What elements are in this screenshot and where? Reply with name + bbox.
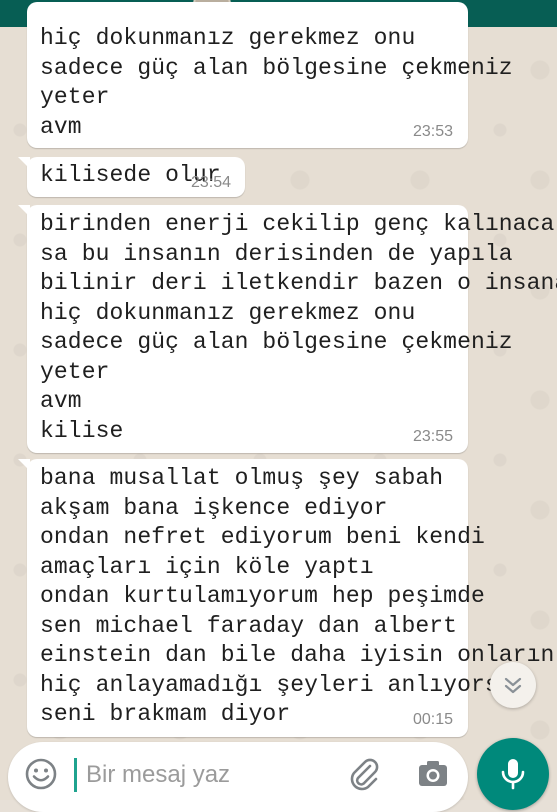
camera-button[interactable]: [416, 757, 450, 796]
attach-button[interactable]: [346, 756, 382, 797]
chevron-down-icon: [504, 677, 522, 694]
paperclip-icon: [350, 758, 379, 791]
bubble-tail: [18, 157, 30, 169]
message-timestamp: 23:54: [191, 174, 232, 191]
emoji-icon: [25, 758, 57, 790]
message-bubble[interactable]: birinden enerji cekilip genç kalınacak s…: [18, 205, 557, 453]
camera-icon: [419, 761, 447, 786]
message-timestamp: 23:55: [413, 428, 454, 445]
bubble-tail: [18, 205, 30, 217]
message-timestamp: 00:15: [413, 711, 454, 728]
message-composer: [8, 742, 468, 812]
scroll-to-bottom-button[interactable]: [490, 662, 536, 708]
microphone-icon: [501, 759, 525, 790]
voice-message-button[interactable]: [477, 738, 549, 810]
text-cursor: [74, 758, 77, 792]
message-text: birinden enerji cekilip genç kalınacak s…: [40, 211, 557, 444]
message-bubble[interactable]: bana musallat olmuş şey sabah akşam bana…: [18, 459, 554, 737]
message-text: bana musallat olmuş şey sabah akşam bana…: [40, 465, 555, 727]
message-timestamp: 23:53: [413, 123, 454, 140]
message-bubble[interactable]: hiç dokunmanız gerekmez onu sadece güç a…: [27, 2, 513, 148]
message-bubble[interactable]: kilisede olur 23:54: [18, 157, 245, 197]
message-input[interactable]: [84, 756, 318, 794]
emoji-button[interactable]: [24, 757, 58, 796]
bubble-tail: [18, 459, 30, 471]
